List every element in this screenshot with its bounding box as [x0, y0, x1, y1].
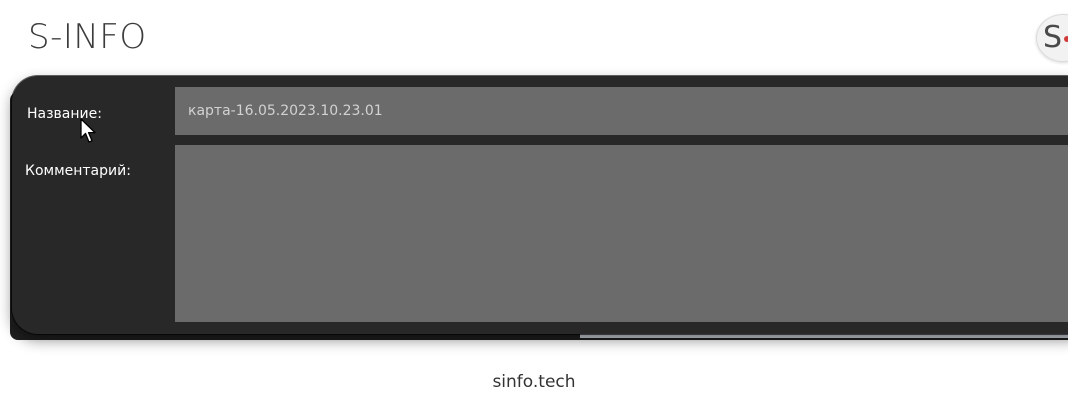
- comment-label: Комментарий:: [25, 163, 131, 179]
- logo-letter: S: [1043, 20, 1063, 55]
- brand-logo[interactable]: S: [1036, 14, 1068, 62]
- save-map-dialog: Название: Комментарий:: [12, 76, 1068, 334]
- brand-title: S-INFO: [28, 17, 147, 57]
- name-input[interactable]: [175, 87, 1068, 135]
- footer-site-link[interactable]: sinfo.tech: [0, 371, 1068, 393]
- comment-textarea[interactable]: [175, 145, 1068, 322]
- logo-dot-icon: [1064, 36, 1068, 42]
- name-label: Название:: [27, 106, 102, 122]
